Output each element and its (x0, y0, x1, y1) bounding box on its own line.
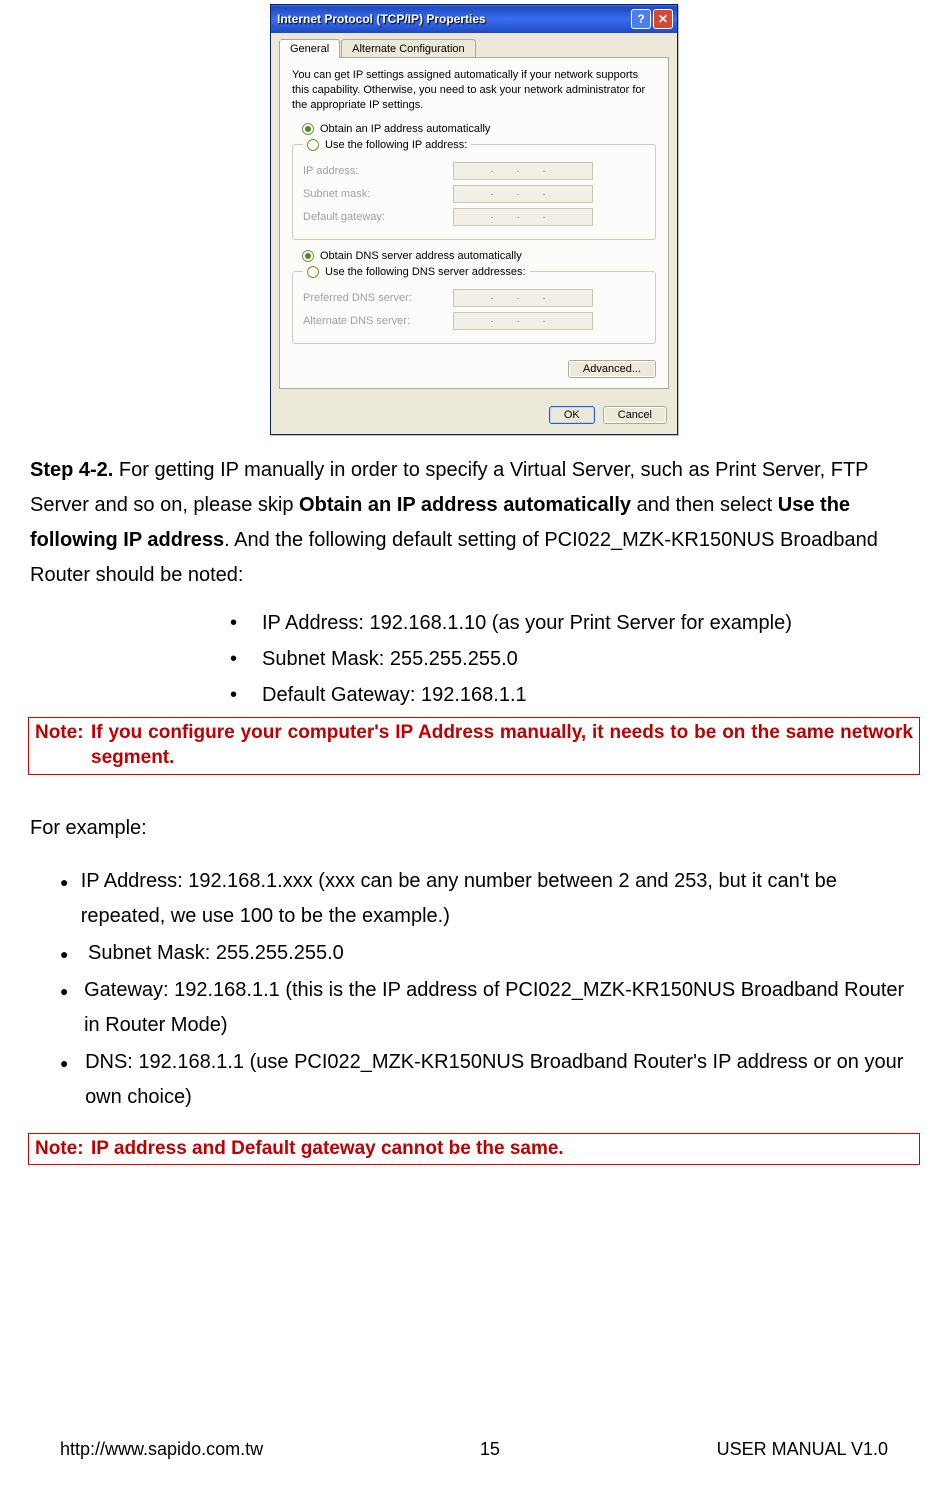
radio-icon (307, 139, 319, 151)
footer-url: http://www.sapido.com.tw (60, 1439, 263, 1460)
dialog-footer: OK Cancel (271, 398, 677, 434)
page-footer: http://www.sapido.com.tw 15 USER MANUAL … (0, 1439, 948, 1460)
bullet-icon: • (230, 607, 262, 639)
example-label: For example: (30, 811, 918, 846)
tab-row: General Alternate Configuration (271, 33, 677, 58)
radio-obtain-dns-auto[interactable]: Obtain DNS server address automatically (302, 250, 656, 262)
input-subnet-mask[interactable]: . . . (453, 185, 593, 203)
help-button[interactable]: ? (631, 9, 651, 29)
label-ip-address: IP address: (303, 165, 453, 177)
list-item: ●DNS: 192.168.1.1 (use PCI022_MZK-KR150N… (60, 1045, 918, 1115)
list-item: •Subnet Mask: 255.255.255.0 (230, 643, 918, 675)
bullet-icon: • (230, 679, 262, 711)
note-text: IP address and Default gateway cannot be… (91, 1136, 564, 1162)
note-ip-gateway-diff: Note: IP address and Default gateway can… (28, 1133, 920, 1166)
radio-icon (307, 266, 319, 278)
note-label: Note: (35, 720, 91, 771)
list-item: ●Gateway: 192.168.1.1 (this is the IP ad… (60, 973, 918, 1043)
tcpip-properties-dialog: Internet Protocol (TCP/IP) Properties ? … (270, 4, 678, 435)
example-list: ●IP Address: 192.168.1.xxx (xxx can be a… (60, 864, 918, 1115)
bullet-icon: ● (60, 864, 81, 934)
step-number: Step 4-2. (30, 459, 113, 481)
example-section: For example: ●IP Address: 192.168.1.xxx … (0, 793, 948, 1115)
input-ip-address[interactable]: . . . (453, 162, 593, 180)
advanced-button[interactable]: Advanced... (568, 360, 656, 378)
footer-version: USER MANUAL V1.0 (717, 1439, 888, 1460)
list-item: •Default Gateway: 192.168.1.1 (230, 679, 918, 711)
input-default-gateway[interactable]: . . . (453, 208, 593, 226)
bullet-icon: ● (60, 973, 84, 1043)
radio-label: Use the following DNS server addresses: (325, 266, 526, 278)
list-item: ●Subnet Mask: 255.255.255.0 (60, 936, 918, 971)
bullet-icon: ● (60, 1045, 85, 1115)
panel-description: You can get IP settings assigned automat… (292, 68, 656, 113)
cancel-button[interactable]: Cancel (603, 406, 667, 424)
ok-button[interactable]: OK (549, 406, 595, 424)
tab-general[interactable]: General (279, 39, 340, 58)
radio-label: Obtain DNS server address automatically (320, 250, 522, 262)
bullet-icon: • (230, 643, 262, 675)
label-default-gateway: Default gateway: (303, 211, 453, 223)
dns-server-group: Use the following DNS server addresses: … (292, 266, 656, 344)
radio-obtain-ip-auto[interactable]: Obtain an IP address automatically (302, 123, 656, 135)
close-button[interactable]: ✕ (653, 9, 673, 29)
footer-page-number: 15 (480, 1439, 500, 1460)
radio-icon (302, 250, 314, 262)
window-title: Internet Protocol (TCP/IP) Properties (277, 12, 629, 26)
note-text: If you configure your computer's IP Addr… (91, 720, 913, 771)
radio-label: Obtain an IP address automatically (320, 123, 490, 135)
tab-alternate-configuration[interactable]: Alternate Configuration (341, 39, 476, 58)
ip-address-group: Use the following IP address: IP address… (292, 139, 656, 240)
note-label: Note: (35, 1136, 91, 1162)
step-paragraph: Step 4-2. For getting IP manually in ord… (30, 453, 918, 593)
label-preferred-dns: Preferred DNS server: (303, 292, 453, 304)
input-preferred-dns[interactable]: . . . (453, 289, 593, 307)
label-subnet-mask: Subnet mask: (303, 188, 453, 200)
radio-icon (302, 123, 314, 135)
titlebar[interactable]: Internet Protocol (TCP/IP) Properties ? … (271, 5, 677, 33)
radio-use-following-dns[interactable]: Use the following DNS server addresses: (303, 266, 530, 278)
general-panel: You can get IP settings assigned automat… (279, 57, 669, 389)
radio-use-following-ip[interactable]: Use the following IP address: (303, 139, 471, 151)
document-body: Step 4-2. For getting IP manually in ord… (0, 435, 948, 711)
input-alternate-dns[interactable]: . . . (453, 312, 593, 330)
radio-label: Use the following IP address: (325, 139, 467, 151)
list-item: ●IP Address: 192.168.1.xxx (xxx can be a… (60, 864, 918, 934)
note-same-segment: Note: If you configure your computer's I… (28, 717, 920, 775)
label-alternate-dns: Alternate DNS server: (303, 315, 453, 327)
default-settings-list: •IP Address: 192.168.1.10 (as your Print… (230, 607, 918, 711)
list-item: •IP Address: 192.168.1.10 (as your Print… (230, 607, 918, 639)
bullet-icon: ● (60, 936, 88, 971)
